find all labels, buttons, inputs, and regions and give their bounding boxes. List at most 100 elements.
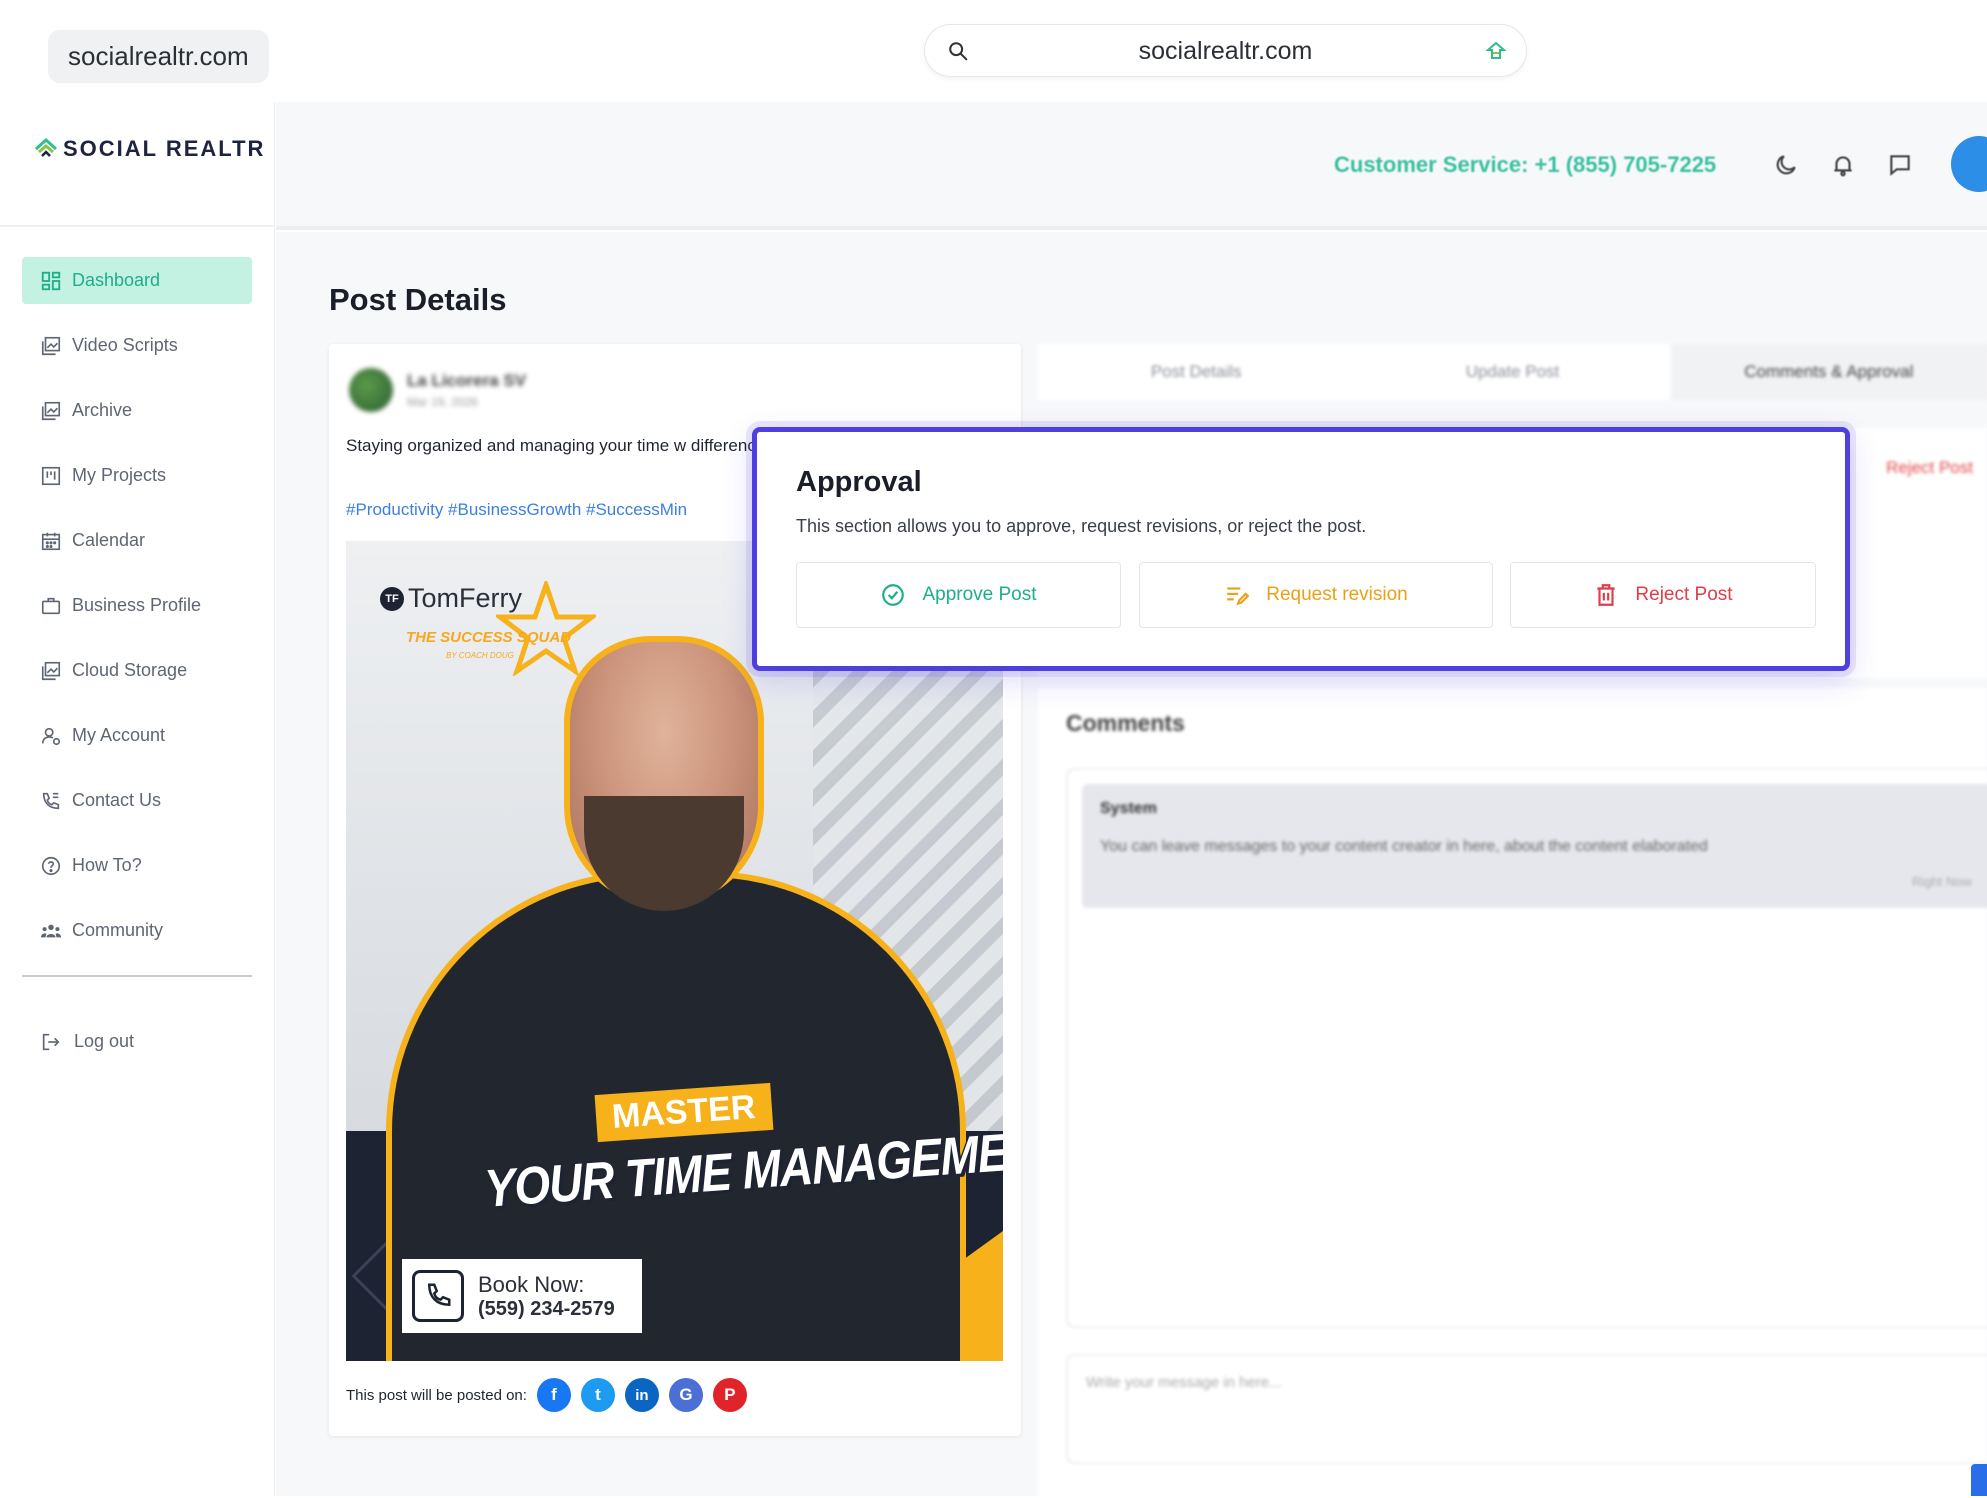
sidebar-item-label: My Projects bbox=[72, 465, 167, 485]
sidebar-item-contact-us[interactable]: Contact Us bbox=[22, 777, 252, 824]
request-revision-label: Request revision bbox=[1266, 584, 1408, 605]
sidebar-item-label: Cloud Storage bbox=[72, 660, 188, 680]
sidebar-item-calendar[interactable]: Calendar bbox=[22, 517, 252, 564]
reject-post-button[interactable]: Reject Post bbox=[1510, 562, 1816, 628]
sidebar-item-my-account[interactable]: My Account bbox=[22, 712, 252, 759]
address-bar[interactable]: socialrealtr.com bbox=[924, 24, 1527, 77]
post-hashtags[interactable]: #Productivity #BusinessGrowth #SuccessMi… bbox=[346, 500, 687, 520]
success-squad-sub: BY COACH DOUG bbox=[446, 651, 514, 660]
social-realtr-logo-icon bbox=[34, 137, 58, 157]
success-squad-label: THE SUCCESS SQUAD bbox=[406, 629, 572, 646]
scroll-to-top-button[interactable] bbox=[1971, 1464, 1987, 1496]
url-text: socialrealtr.com bbox=[1138, 37, 1313, 65]
detail-tabs: Post Details Update Post Comments & Appr… bbox=[1038, 344, 1987, 400]
logout-label: Log out bbox=[74, 1031, 135, 1051]
posted-on-row: This post will be posted on: f t in G P bbox=[346, 1378, 747, 1412]
post-date: Mar 19, 2026 bbox=[407, 395, 478, 409]
sidebar-item-label: Video Scripts bbox=[72, 335, 178, 355]
approve-post-button[interactable]: Approve Post bbox=[796, 562, 1121, 628]
comments-title: Comments bbox=[1066, 710, 1185, 736]
request-revision-button[interactable]: Request revision bbox=[1139, 562, 1493, 628]
system-message-time: Right Now bbox=[1912, 874, 1972, 889]
approval-title: Approval bbox=[796, 466, 922, 498]
book-now-box: Book Now: (559) 234-2579 bbox=[402, 1259, 642, 1333]
twitter-icon[interactable]: t bbox=[580, 1378, 615, 1412]
kanban-icon bbox=[41, 466, 61, 485]
sidebar-item-my-projects[interactable]: My Projects bbox=[22, 452, 252, 499]
system-message-author: System bbox=[1100, 800, 1157, 817]
linkedin-icon[interactable]: in bbox=[624, 1378, 659, 1412]
logout-icon bbox=[42, 1033, 60, 1050]
sidebar-item-label: Dashboard bbox=[72, 270, 161, 290]
main-content: Post Details La Licorera SV Mar 19, 2026… bbox=[276, 232, 1987, 1498]
help-circle-icon bbox=[41, 856, 61, 875]
sidebar-item-label: Calendar bbox=[72, 530, 146, 550]
phone-book-icon bbox=[42, 792, 60, 809]
brand-name: SOCIAL REALTR bbox=[63, 136, 266, 161]
sidebar-item-label: Business Profile bbox=[72, 595, 202, 615]
approval-inner: Approval This section allows you to appr… bbox=[766, 438, 1836, 660]
sidebar-item-label: Contact Us bbox=[72, 790, 162, 810]
sidebar-item-how-to[interactable]: How To? bbox=[22, 842, 252, 889]
brand-logo[interactable]: SOCIAL REALTR bbox=[33, 136, 265, 162]
system-message-text: You can leave messages to your content c… bbox=[1100, 838, 1708, 855]
gallery-icon bbox=[41, 401, 61, 420]
avatar[interactable] bbox=[1951, 136, 1987, 192]
edit-list-icon bbox=[1227, 587, 1250, 606]
top-header: Customer Service: +1 (855) 705-7225 bbox=[276, 102, 1987, 230]
dashboard-icon bbox=[41, 271, 61, 290]
approval-section: Approval This section allows you to appr… bbox=[752, 427, 1850, 671]
posted-on-label: This post will be posted on: bbox=[346, 1386, 527, 1404]
sidebar-nav: Dashboard Video Scripts Archive My Proje… bbox=[22, 257, 252, 972]
sidebar: SOCIAL REALTR Dashboard Video Scripts Ar… bbox=[0, 102, 275, 1496]
dark-mode-icon[interactable] bbox=[1773, 152, 1799, 178]
sidebar-item-label: Community bbox=[72, 920, 164, 940]
calendar-icon bbox=[41, 532, 61, 550]
nav-divider bbox=[22, 975, 252, 977]
gallery-icon bbox=[41, 661, 61, 680]
check-circle-icon bbox=[882, 584, 905, 606]
tf-mark: TF bbox=[380, 586, 404, 611]
reject-post-label: Reject Post bbox=[1635, 584, 1733, 605]
users-icon bbox=[40, 924, 62, 937]
sidebar-item-label: Archive bbox=[72, 400, 133, 420]
approval-description: This section allows you to approve, requ… bbox=[796, 516, 1367, 536]
sidebar-item-cloud-storage[interactable]: Cloud Storage bbox=[22, 647, 252, 694]
gallery-icon bbox=[41, 336, 61, 355]
author-name: La Licorera SV bbox=[407, 371, 527, 390]
tab-comments-approval[interactable]: Comments & Approval bbox=[1670, 344, 1987, 400]
sidebar-item-archive[interactable]: Archive bbox=[22, 387, 252, 434]
comments-panel: Comments System You can leave messages t… bbox=[1038, 688, 1987, 1498]
briefcase-icon bbox=[41, 597, 61, 614]
phone-icon bbox=[412, 1270, 464, 1322]
sidebar-item-dashboard[interactable]: Dashboard bbox=[22, 257, 252, 304]
sidebar-divider bbox=[0, 225, 275, 227]
page-title: Post Details bbox=[329, 282, 507, 317]
sidebar-item-community[interactable]: Community bbox=[22, 907, 252, 954]
facebook-icon[interactable]: f bbox=[536, 1378, 571, 1412]
domain-chip[interactable]: socialrealtr.com bbox=[48, 30, 269, 83]
book-now-label: Book Now: bbox=[478, 1271, 585, 1297]
trash-icon bbox=[1597, 584, 1616, 606]
author-avatar bbox=[349, 368, 393, 412]
sidebar-item-video-scripts[interactable]: Video Scripts bbox=[22, 322, 252, 369]
user-gear-icon bbox=[41, 727, 61, 745]
system-message: System You can leave messages to your co… bbox=[1082, 784, 1987, 908]
bell-icon[interactable] bbox=[1830, 152, 1856, 178]
approve-post-label: Approve Post bbox=[922, 584, 1037, 605]
tab-post-details[interactable]: Post Details bbox=[1038, 344, 1354, 400]
message-input[interactable]: Write your message in here... bbox=[1066, 1354, 1987, 1464]
background-reject-button[interactable]: Reject Post bbox=[1886, 458, 1973, 478]
sidebar-item-label: How To? bbox=[72, 855, 142, 875]
customer-service-link[interactable]: Customer Service: +1 (855) 705-7225 bbox=[1334, 152, 1716, 178]
tab-update-post[interactable]: Update Post bbox=[1354, 344, 1670, 400]
google-business-icon[interactable]: G bbox=[668, 1378, 703, 1412]
post-author: La Licorera SV Mar 19, 2026 bbox=[349, 368, 526, 412]
pinterest-icon[interactable]: P bbox=[712, 1378, 747, 1412]
sidebar-item-business-profile[interactable]: Business Profile bbox=[22, 582, 252, 629]
sidebar-item-label: My Account bbox=[72, 725, 166, 745]
chat-icon[interactable] bbox=[1887, 152, 1913, 178]
comments-thread: System You can leave messages to your co… bbox=[1066, 768, 1987, 1328]
logout-button[interactable]: Log out bbox=[22, 1018, 252, 1065]
site-logo-icon bbox=[1486, 41, 1506, 59]
